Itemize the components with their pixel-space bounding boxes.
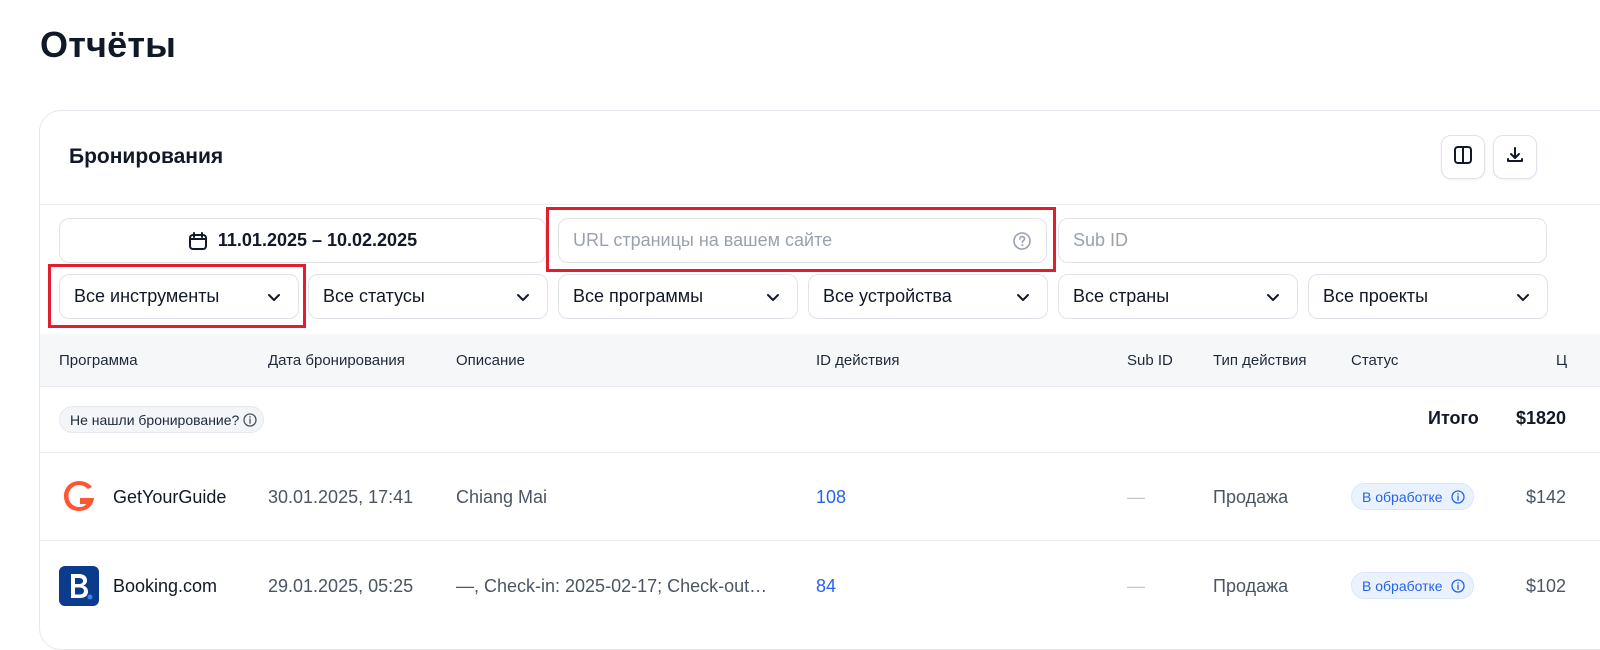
chevron-down-icon <box>266 289 282 305</box>
programs-select-value: Все программы <box>573 286 704 306</box>
sub-id: — <box>1127 576 1145 596</box>
chevron-down-icon <box>515 289 531 305</box>
not-found-booking-label: Не нашли бронирование? <box>70 411 240 428</box>
date-range-label: 11.01.2025 – 10.02.2025 <box>217 230 418 250</box>
status-badge[interactable]: В обработке <box>1351 483 1474 510</box>
description: —, Check-in: 2025-02-17; Check-out… <box>456 576 768 596</box>
sub-id: — <box>1127 487 1145 507</box>
calendar-icon <box>188 231 208 251</box>
price: $142 <box>1526 487 1567 507</box>
statuses-select[interactable]: Все статусы <box>308 274 548 319</box>
countries-select-value: Все страны <box>1073 286 1170 306</box>
download-icon <box>1505 145 1525 170</box>
action-type: Продажа <box>1213 487 1289 507</box>
chevron-down-icon <box>1015 289 1031 305</box>
programs-select[interactable]: Все программы <box>558 274 798 319</box>
status-badge-label: В обработке <box>1362 577 1443 594</box>
sub-id-placeholder: Sub ID <box>1073 230 1129 250</box>
statuses-select-value: Все статусы <box>323 286 425 306</box>
description: Chiang Mai <box>456 487 548 507</box>
getyourguide-logo-icon <box>64 481 94 511</box>
columns-icon <box>1453 145 1473 170</box>
card-title: Бронирования <box>69 145 224 168</box>
booking-date: 29.01.2025, 05:25 <box>268 576 414 596</box>
action-id-link[interactable]: 84 <box>816 576 836 597</box>
column-header-booking-date[interactable]: Дата бронирования <box>268 352 405 369</box>
booking-logo-icon <box>59 566 99 606</box>
page-url-placeholder: URL страницы на вашем сайте <box>573 230 833 250</box>
chevron-down-icon <box>1515 289 1531 305</box>
projects-select-value: Все проекты <box>1323 286 1429 306</box>
countries-select[interactable]: Все страны <box>1058 274 1298 319</box>
tools-select-value: Все инструменты <box>74 286 220 306</box>
tools-select[interactable]: Все инструменты <box>59 274 299 319</box>
not-found-booking-pill[interactable]: Не нашли бронирование? <box>59 406 265 433</box>
status-badge[interactable]: В обработке <box>1351 572 1474 599</box>
date-range-picker[interactable]: 11.01.2025 – 10.02.2025 <box>59 218 546 263</box>
action-id-link[interactable]: 108 <box>816 487 846 508</box>
sub-id-input[interactable]: Sub ID <box>1058 218 1547 263</box>
column-header-action-type[interactable]: Тип действия <box>1213 352 1307 369</box>
program-name[interactable]: GetYourGuide <box>113 487 226 508</box>
action-type: Продажа <box>1213 576 1289 596</box>
status-badge-label: В обработке <box>1362 488 1443 505</box>
column-header-description[interactable]: Описание <box>456 352 525 369</box>
header-divider <box>40 204 1600 205</box>
program-name[interactable]: Booking.com <box>113 576 217 597</box>
projects-select[interactable]: Все проекты <box>1308 274 1548 319</box>
page-url-input[interactable]: URL страницы на вашем сайте <box>558 218 1047 263</box>
booking-date: 30.01.2025, 17:41 <box>268 487 414 507</box>
devices-select-value: Все устройства <box>823 286 952 306</box>
total-label: Итого <box>1428 408 1479 428</box>
page-title: Отчёты <box>40 24 177 65</box>
column-header-action-id[interactable]: ID действия <box>816 352 899 369</box>
download-button[interactable] <box>1493 135 1537 179</box>
chevron-down-icon <box>765 289 781 305</box>
columns-toggle-button[interactable] <box>1441 135 1485 179</box>
devices-select[interactable]: Все устройства <box>808 274 1048 319</box>
column-header-sub-id[interactable]: Sub ID <box>1127 352 1173 369</box>
column-header-status[interactable]: Статус <box>1351 352 1398 369</box>
question-circle-icon[interactable] <box>1012 231 1032 251</box>
price: $102 <box>1526 576 1567 596</box>
total-value: $1820 <box>1516 408 1567 428</box>
column-header-program[interactable]: Программа <box>59 352 138 369</box>
column-header-price-partial[interactable]: Ц <box>1556 352 1567 369</box>
chevron-down-icon <box>1265 289 1281 305</box>
info-icon <box>243 413 257 427</box>
